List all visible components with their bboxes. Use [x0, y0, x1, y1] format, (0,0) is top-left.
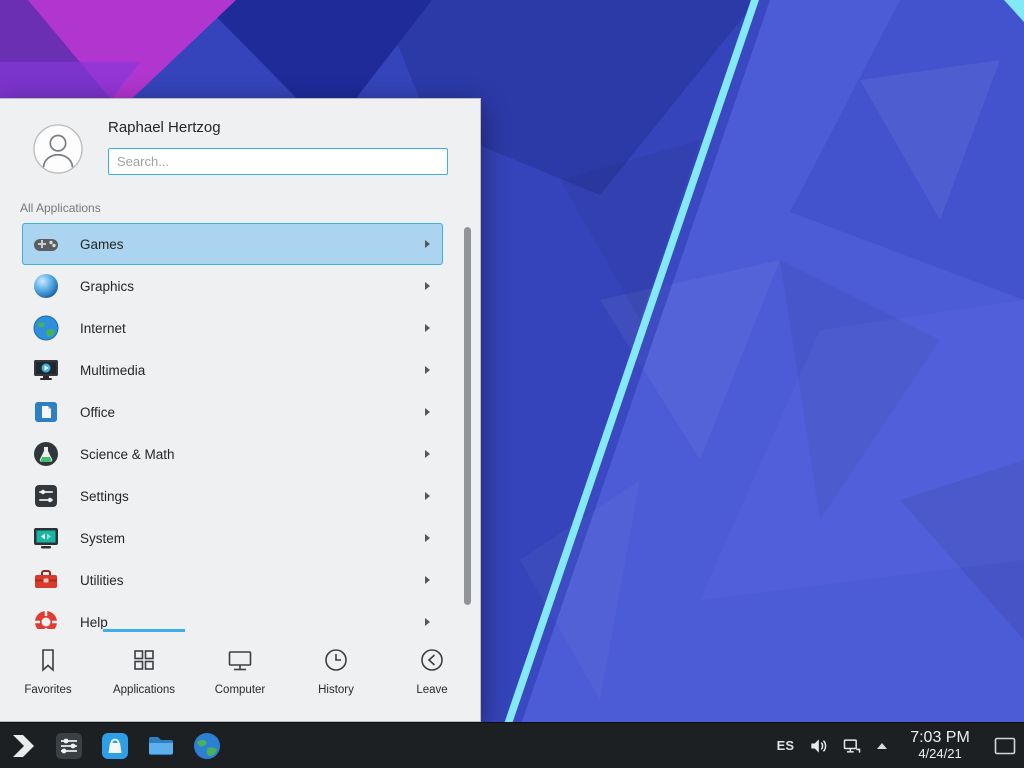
search-input[interactable] — [108, 148, 448, 175]
submenu-arrow-icon — [425, 450, 430, 458]
application-category-list: Games Graphics Internet — [0, 223, 480, 629]
system-monitor-icon — [32, 524, 60, 552]
app-category-label: Settings — [80, 489, 129, 504]
app-category-office[interactable]: Office — [22, 391, 443, 433]
caret-up-icon — [876, 742, 888, 750]
application-launcher-button[interactable] — [7, 730, 39, 762]
sliders-icon — [32, 482, 60, 510]
app-category-utilities[interactable]: Utilities — [22, 559, 443, 601]
desktop: Raphael Hertzog All Applications Games G… — [0, 0, 1024, 768]
volume-tray-item[interactable] — [808, 736, 828, 756]
web-browser-icon — [191, 730, 223, 762]
globe-icon — [32, 314, 60, 342]
application-launcher-menu: Raphael Hertzog All Applications Games G… — [0, 98, 481, 722]
app-category-label: Multimedia — [80, 363, 145, 378]
lifebuoy-icon — [32, 608, 60, 629]
computer-icon — [225, 645, 255, 675]
submenu-arrow-icon — [425, 408, 430, 416]
discover-store-icon — [99, 730, 131, 762]
toolbox-icon — [32, 566, 60, 594]
clock-date: 4/24/21 — [902, 747, 978, 762]
monitor-play-icon — [32, 356, 60, 384]
taskbar-panel: ES 7:03 — [0, 722, 1024, 768]
app-category-games[interactable]: Games — [22, 223, 443, 265]
app-category-label: Utilities — [80, 573, 124, 588]
user-avatar[interactable] — [33, 124, 83, 174]
network-tray-item[interactable] — [842, 736, 862, 756]
app-category-label: Office — [80, 405, 115, 420]
app-category-label: Science & Math — [80, 447, 175, 462]
app-category-internet[interactable]: Internet — [22, 307, 443, 349]
submenu-arrow-icon — [425, 366, 430, 374]
submenu-arrow-icon — [425, 618, 430, 626]
user-avatar-icon — [33, 124, 83, 174]
network-icon — [842, 736, 862, 756]
tab-computer[interactable]: Computer — [192, 629, 288, 721]
volume-icon — [808, 736, 828, 756]
taskbar-app-web-browser[interactable] — [191, 730, 223, 762]
app-grid-icon — [129, 645, 159, 675]
submenu-arrow-icon — [425, 576, 430, 584]
app-category-multimedia[interactable]: Multimedia — [22, 349, 443, 391]
clock-time: 7:03 PM — [902, 729, 978, 747]
submenu-arrow-icon — [425, 240, 430, 248]
submenu-arrow-icon — [425, 324, 430, 332]
submenu-arrow-icon — [425, 282, 430, 290]
kde-launcher-icon — [7, 730, 39, 762]
tab-favorites[interactable]: Favorites — [0, 629, 96, 721]
show-desktop-icon — [994, 737, 1016, 755]
tab-label: Computer — [215, 684, 266, 696]
taskbar-app-discover[interactable] — [99, 730, 131, 762]
tab-leave[interactable]: Leave — [384, 629, 480, 721]
active-tab-indicator — [103, 629, 185, 632]
section-label: All Applications — [20, 201, 101, 215]
clock-icon — [321, 645, 351, 675]
bookmark-icon — [33, 645, 63, 675]
app-category-settings[interactable]: Settings — [22, 475, 443, 517]
app-category-label: Games — [80, 237, 124, 252]
tab-history[interactable]: History — [288, 629, 384, 721]
leave-icon — [417, 645, 447, 675]
app-category-label: Internet — [80, 321, 126, 336]
app-category-label: Graphics — [80, 279, 134, 294]
user-name: Raphael Hertzog — [108, 119, 221, 136]
submenu-arrow-icon — [425, 534, 430, 542]
app-category-label: System — [80, 531, 125, 546]
keyboard-layout-indicator[interactable]: ES — [777, 738, 794, 753]
flask-icon — [32, 440, 60, 468]
app-category-system[interactable]: System — [22, 517, 443, 559]
folder-icon — [145, 730, 177, 762]
show-desktop-button[interactable] — [992, 723, 1018, 768]
app-category-help[interactable]: Help — [22, 601, 443, 629]
list-scrollbar[interactable] — [464, 227, 471, 605]
digital-clock[interactable]: 7:03 PM 4/24/21 — [902, 729, 978, 762]
submenu-arrow-icon — [425, 492, 430, 500]
system-tray: ES 7:03 — [777, 723, 1018, 768]
app-category-science-math[interactable]: Science & Math — [22, 433, 443, 475]
tab-label: History — [318, 684, 354, 696]
tab-label: Favorites — [24, 684, 71, 696]
gamepad-icon — [32, 230, 60, 258]
app-category-label: Help — [80, 615, 108, 630]
settings-terminal-icon — [53, 730, 85, 762]
document-icon — [32, 398, 60, 426]
launcher-tab-bar: Favorites Applications Computer History — [0, 629, 480, 721]
taskbar-app-settings-terminal[interactable] — [53, 730, 85, 762]
tab-label: Applications — [113, 684, 175, 696]
taskbar-app-file-manager[interactable] — [145, 730, 177, 762]
app-category-graphics[interactable]: Graphics — [22, 265, 443, 307]
expand-tray-button[interactable] — [876, 742, 888, 750]
tab-label: Leave — [416, 684, 447, 696]
sphere-icon — [32, 272, 60, 300]
tab-applications[interactable]: Applications — [96, 629, 192, 721]
